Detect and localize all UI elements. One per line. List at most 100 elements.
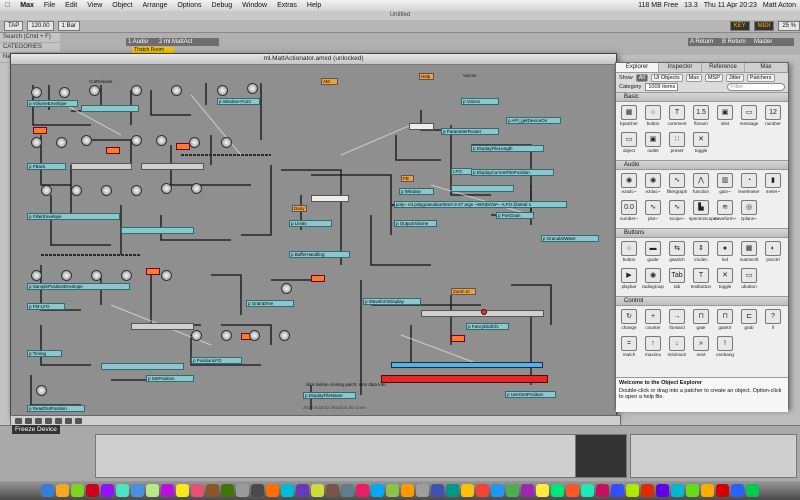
menu-file[interactable]: File: [39, 2, 60, 9]
dock-app-icon[interactable]: [596, 484, 609, 497]
dairy-button[interactable]: Dairy: [292, 205, 307, 212]
explorer-item-textbutton[interactable]: Ttextbutton: [689, 267, 713, 294]
output-volume-object[interactable]: p OutputVolume: [394, 220, 437, 227]
dial[interactable]: [221, 137, 232, 148]
dock-app-icon[interactable]: [491, 484, 504, 497]
number-box[interactable]: [33, 127, 47, 134]
dock-app-icon[interactable]: [56, 484, 69, 497]
explorer-item-maximu[interactable]: ↑ maximu: [641, 335, 665, 362]
window-fuzz-object[interactable]: p Window+Fuzz: [217, 98, 260, 105]
explorer-item-onebang[interactable]: ! onebang: [713, 335, 737, 362]
dial[interactable]: [221, 330, 232, 341]
dock-app-icon[interactable]: [356, 484, 369, 497]
explorer-item-ezadc[interactable]: ◉ ezadc~: [617, 172, 641, 199]
pos-multi-object[interactable]: [451, 185, 514, 192]
tab-inspector[interactable]: Inspector: [659, 63, 702, 72]
parameter-router-object[interactable]: p ParameterRouter: [441, 128, 499, 135]
number-box[interactable]: [146, 268, 160, 275]
dock-app-icon[interactable]: [401, 484, 414, 497]
number-box[interactable]: [106, 147, 120, 154]
new-message-icon[interactable]: [55, 417, 62, 424]
object-box[interactable]: [141, 163, 204, 170]
dock-app-icon[interactable]: [416, 484, 429, 497]
object-box[interactable]: [71, 163, 132, 170]
cutrelease-dial[interactable]: [89, 85, 100, 96]
dock-app-icon[interactable]: [311, 484, 324, 497]
dock-app-icon[interactable]: [731, 484, 744, 497]
explorer-item-ezdac[interactable]: ◉ ezdac~: [641, 172, 665, 199]
dial[interactable]: [131, 185, 142, 196]
explorer-item-comment[interactable]: Tcomment: [665, 104, 689, 131]
dock-app-icon[interactable]: [71, 484, 84, 497]
tab-explorer[interactable]: Explorer: [616, 63, 659, 72]
user-name[interactable]: Matt Acton: [763, 2, 796, 9]
dial[interactable]: [41, 185, 52, 196]
max-device-panel[interactable]: [95, 434, 577, 478]
dock-app-icon[interactable]: [656, 484, 669, 497]
dial[interactable]: [31, 270, 42, 281]
dial[interactable]: [249, 330, 260, 341]
dock-app-icon[interactable]: [131, 484, 144, 497]
explorer-item-counter[interactable]: + counter: [641, 308, 665, 335]
dock-app-icon[interactable]: [386, 484, 399, 497]
explorer-item-number[interactable]: 0.0 number~: [617, 199, 641, 226]
explorer-item-tab[interactable]: Tab tab: [665, 267, 689, 294]
dock-app-icon[interactable]: [746, 484, 759, 497]
explorer-item-forward[interactable]: → forward: [665, 308, 689, 335]
dock-app-icon[interactable]: [86, 484, 99, 497]
explorer-item-next[interactable]: » next: [689, 335, 713, 362]
dial[interactable]: [161, 183, 172, 194]
dock-app-icon[interactable]: [521, 484, 534, 497]
explorer-item-guide[interactable]: ▬ guide: [641, 240, 665, 267]
am-button[interactable]: AM: [321, 78, 338, 85]
position-lfo-object[interactable]: p PositionLFO: [191, 357, 242, 364]
env-dial[interactable]: [131, 85, 142, 96]
limits-object[interactable]: p Limits: [289, 220, 332, 227]
env-dial[interactable]: [171, 85, 182, 96]
explorer-item-radiogroup[interactable]: ◉ radiogroup: [641, 267, 665, 294]
buffer-handling-object[interactable]: p BufferHandling: [289, 251, 350, 258]
fm-lfo-object[interactable]: p FM-LFO: [27, 303, 65, 310]
explorer-item-object[interactable]: ▭ object: [617, 131, 641, 158]
help-button[interactable]: Help: [419, 73, 434, 80]
device-panel[interactable]: [630, 434, 797, 478]
menu-arrange[interactable]: Arrange: [138, 2, 173, 9]
menu-extras[interactable]: Extras: [272, 2, 302, 9]
dock-app-icon[interactable]: [116, 484, 129, 497]
dial[interactable]: [61, 270, 72, 281]
filter-search-input[interactable]: Filter: [727, 83, 785, 91]
explorer-item-minimum[interactable]: ↓ minimum: [665, 335, 689, 362]
explorer-item-gswitch[interactable]: ⇆ gswitch: [665, 240, 689, 267]
filter-all[interactable]: All: [635, 73, 648, 82]
filter-max[interactable]: Max: [685, 73, 702, 82]
filter-jitter[interactable]: Jitter: [725, 73, 744, 82]
waveform-red-bar[interactable]: [381, 375, 548, 383]
track-header-mattact[interactable]: 2 ml.MattAct: [157, 38, 219, 46]
dock-app-icon[interactable]: [326, 484, 339, 497]
track-header-master[interactable]: Master: [752, 38, 794, 46]
explorer-item-message[interactable]: ▭ message: [737, 104, 761, 131]
window-object[interactable]: p Window: [399, 188, 434, 195]
dock-app-icon[interactable]: [236, 484, 249, 497]
dock-app-icon[interactable]: [671, 484, 684, 497]
dial[interactable]: [279, 330, 290, 341]
explorer-item-pictctrl[interactable]: ◐ pictctrl: [761, 240, 785, 267]
decay-dial[interactable]: [59, 87, 70, 98]
dock-app-icon[interactable]: [371, 484, 384, 497]
explorer-item-meter[interactable]: ▮ meter~: [761, 172, 785, 199]
dock-app-icon[interactable]: [266, 484, 279, 497]
waveform-display-object[interactable]: p WaveformDisplay: [363, 298, 421, 305]
explorer-section-control[interactable]: Control: [616, 296, 788, 306]
dock-app-icon[interactable]: [461, 484, 474, 497]
read-out-position-object[interactable]: p ReadOutPosition: [27, 405, 85, 412]
explorer-item-zplane[interactable]: ◎ zplane~: [737, 199, 761, 226]
explorer-item-playbar[interactable]: ▶ playbar: [617, 267, 641, 294]
explorer-item-match[interactable]: = match: [617, 335, 641, 362]
new-comment-icon[interactable]: [65, 417, 72, 424]
menu-window[interactable]: Window: [237, 2, 272, 9]
dock-app-icon[interactable]: [536, 484, 549, 497]
explorer-item-gate[interactable]: ⊓ gate: [689, 308, 713, 335]
tempo-field[interactable]: 120.00: [27, 21, 54, 31]
fancy-dial-object[interactable]: p FancyDialChi: [466, 323, 509, 330]
fback-dial[interactable]: [31, 137, 42, 148]
